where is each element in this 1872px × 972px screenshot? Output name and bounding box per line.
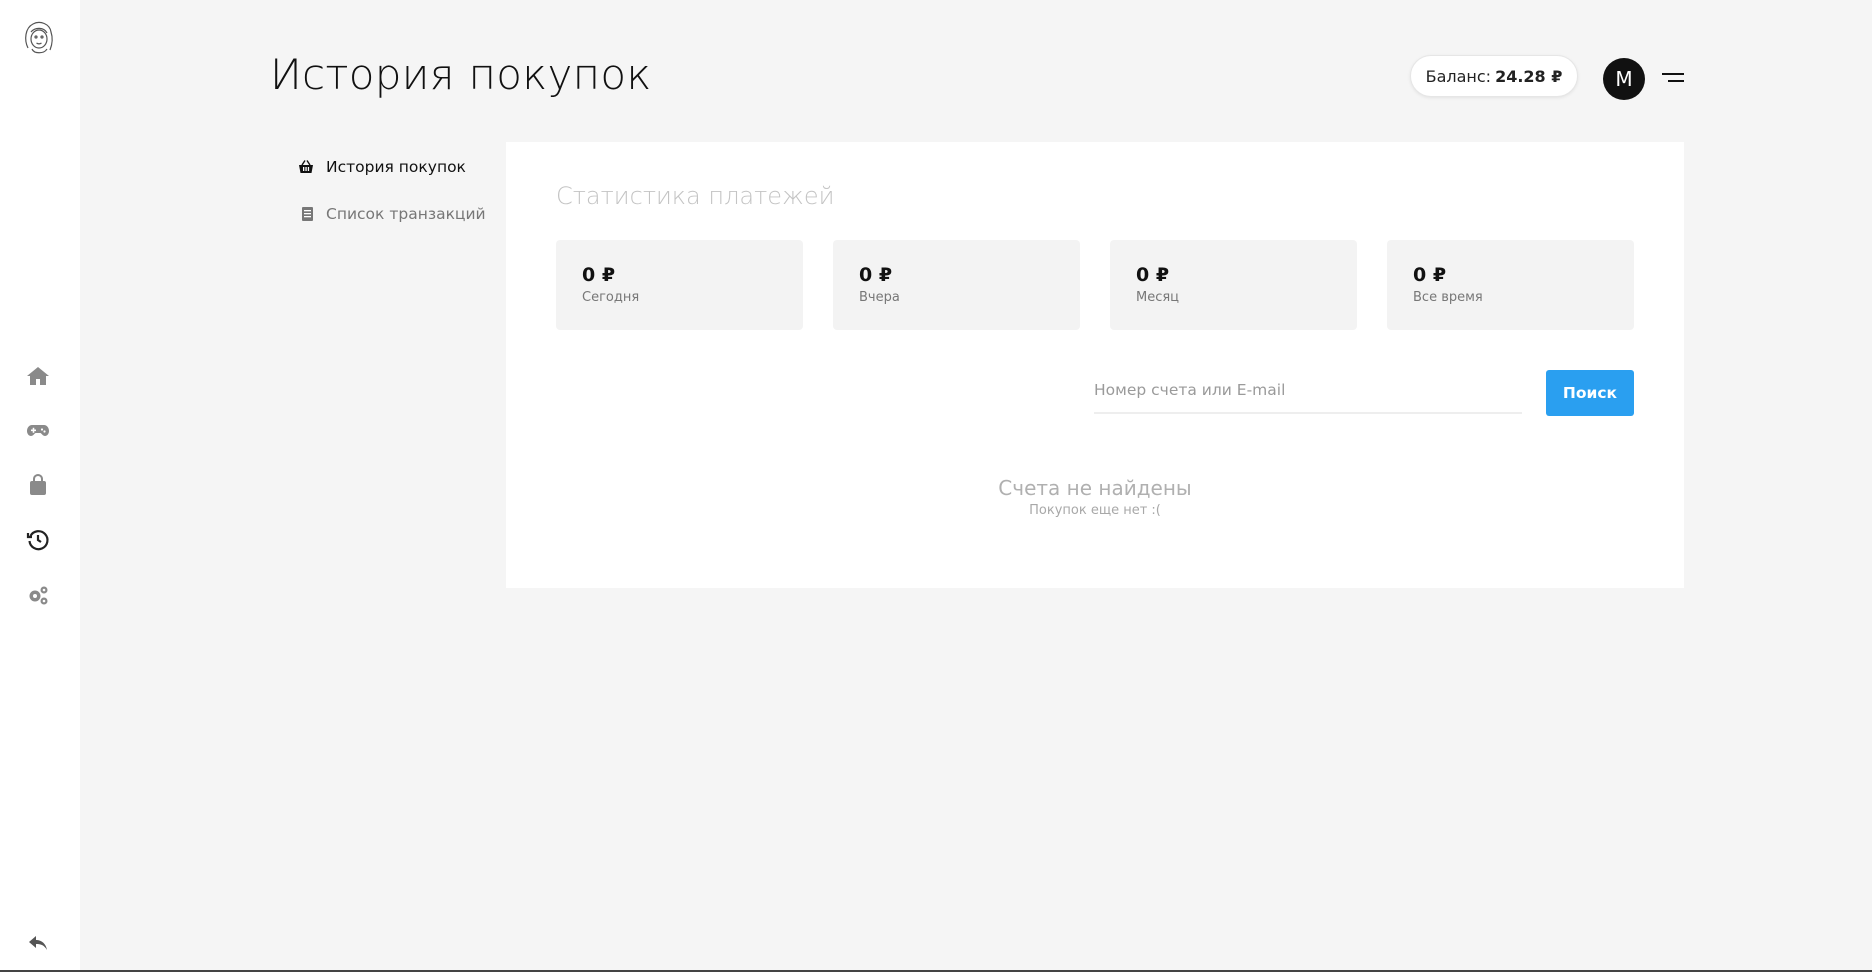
stat-value: 0 ₽ (859, 264, 893, 286)
balance-pill: Баланс: 24.28 ₽ (1410, 55, 1578, 97)
section-title: Статистика платежей (556, 182, 835, 210)
left-rail (0, 0, 80, 972)
balance-label: Баланс: (1425, 66, 1492, 86)
list-icon (302, 207, 313, 221)
subnav-item-label: Список транзакций (326, 205, 486, 223)
stat-label: Месяц (1136, 290, 1180, 305)
stat-label: Вчера (859, 290, 900, 305)
avatar[interactable]: M (1603, 58, 1645, 100)
gamepad-icon[interactable] (24, 416, 52, 444)
stat-value: 0 ₽ (1136, 264, 1170, 286)
basket-icon (299, 160, 313, 173)
search-input[interactable] (1094, 368, 1522, 414)
subnav-item-purchase-history[interactable]: История покупок (298, 155, 486, 179)
back-arrow-icon[interactable] (24, 929, 52, 957)
settings-gears-icon[interactable] (24, 581, 52, 609)
logo-portrait-icon[interactable] (20, 18, 58, 58)
stat-card-month: 0 ₽ Месяц (1110, 240, 1357, 330)
stat-label: Все время (1413, 290, 1483, 305)
stat-card-today: 0 ₽ Сегодня (556, 240, 803, 330)
stat-label: Сегодня (582, 290, 640, 305)
page-title: История покупок (270, 50, 652, 99)
shopping-bag-icon[interactable] (24, 471, 52, 499)
subnav-item-label: История покупок (326, 158, 466, 176)
balance-value: 24.28 ₽ (1495, 66, 1563, 86)
menu-icon[interactable] (1660, 68, 1684, 88)
empty-state-subtitle: Покупок еще нет :( (1029, 503, 1161, 518)
search-button[interactable]: Поиск (1546, 370, 1634, 416)
empty-state-title: Счета не найдены (998, 476, 1192, 500)
home-icon[interactable] (24, 362, 52, 390)
stat-value: 0 ₽ (582, 264, 616, 286)
stat-card-all-time: 0 ₽ Все время (1387, 240, 1634, 330)
payments-card: Статистика платежей 0 ₽ Сегодня 0 ₽ Вчер… (506, 142, 1684, 588)
stat-value: 0 ₽ (1413, 264, 1447, 286)
subnav: История покупок Список транзакций (298, 155, 486, 249)
stat-card-yesterday: 0 ₽ Вчера (833, 240, 1080, 330)
subnav-item-transactions[interactable]: Список транзакций (298, 202, 486, 226)
history-icon[interactable] (24, 526, 52, 554)
